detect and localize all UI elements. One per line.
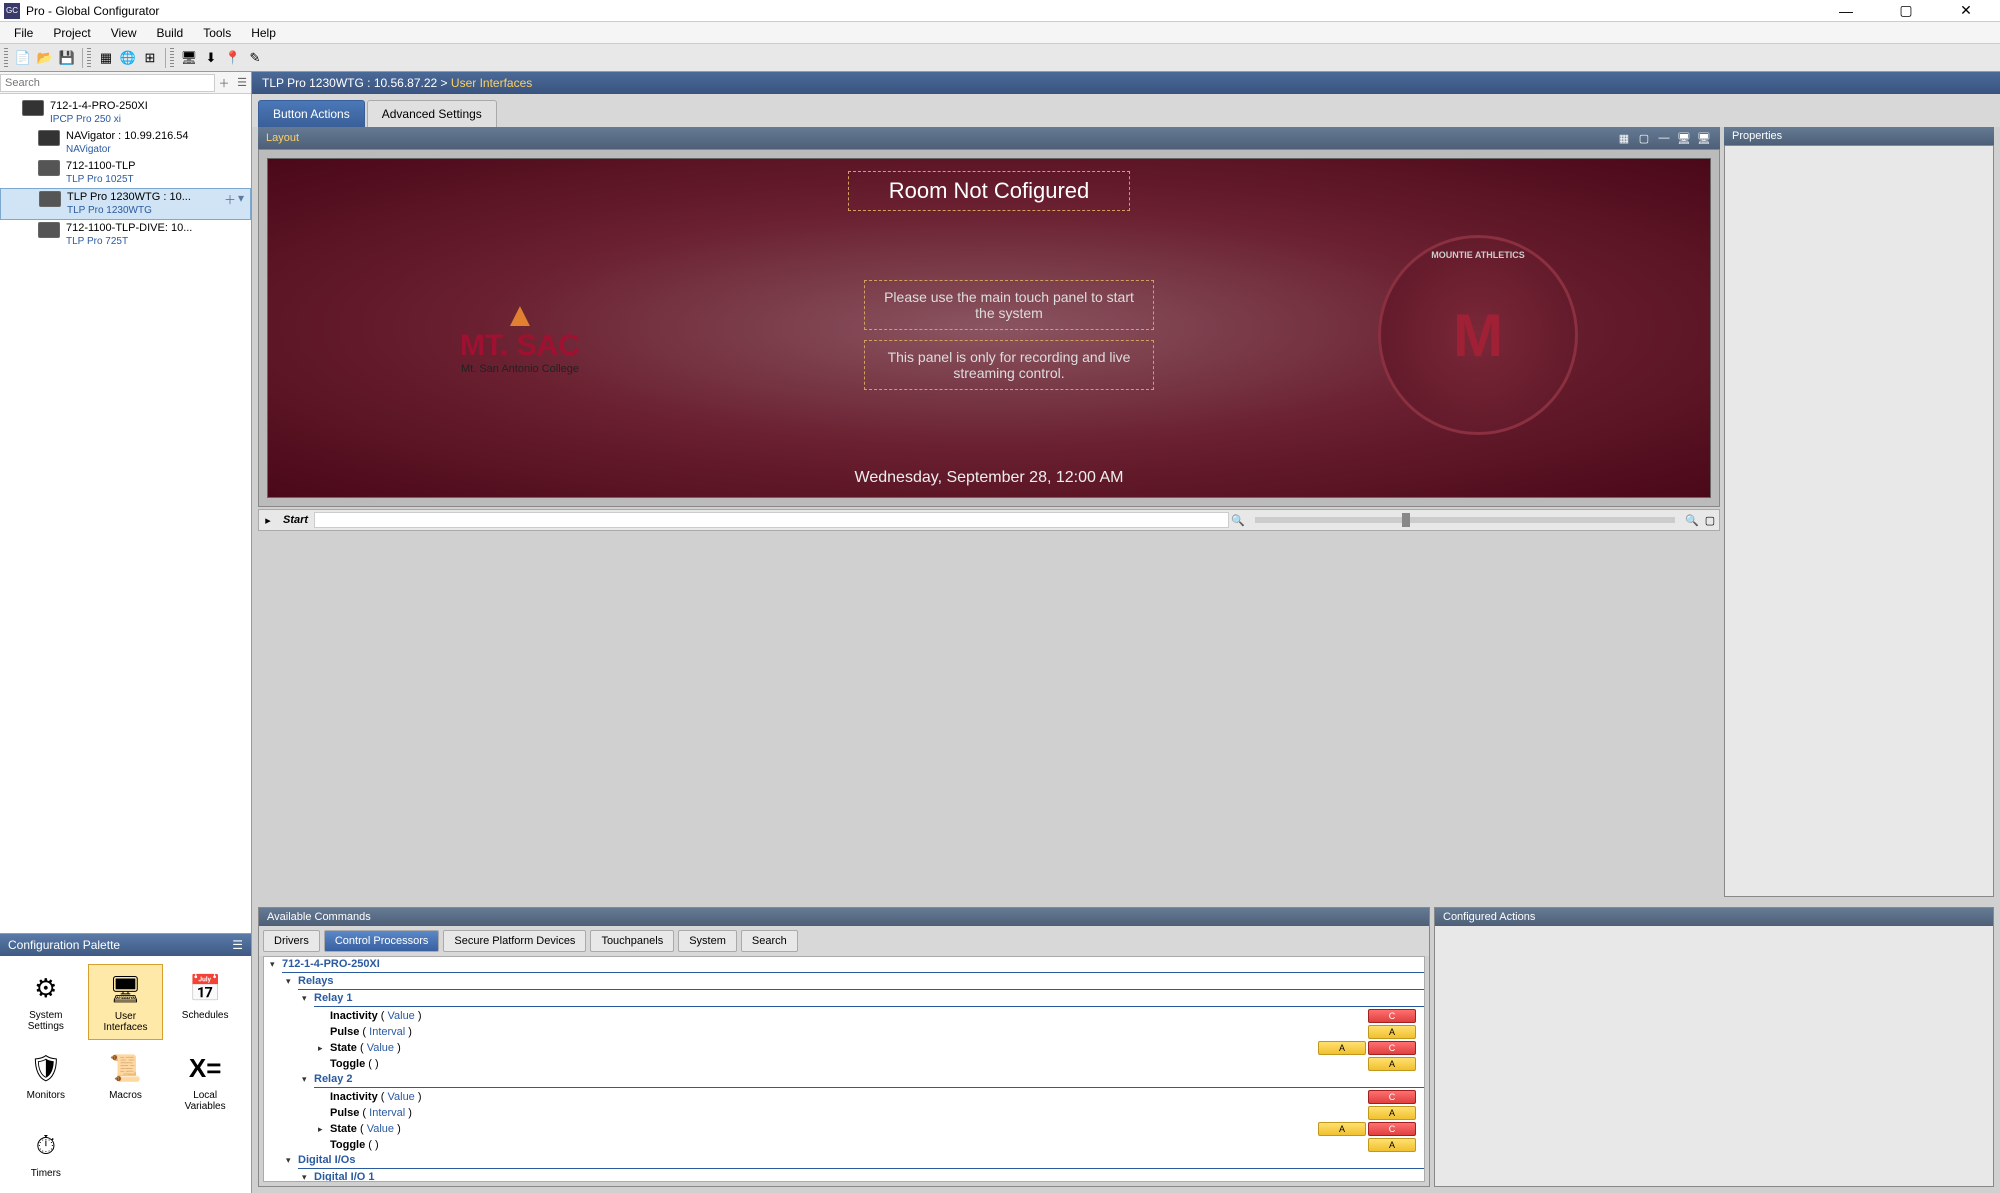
preview-msg2: This panel is only for recording and liv… xyxy=(864,340,1154,390)
tree-dropdown-icon[interactable]: ▾ xyxy=(238,191,244,208)
device-tree: 712-1-4-PRO-250XIIPCP Pro 250 xi NAVigat… xyxy=(0,94,251,254)
tree-item-tlp-725[interactable]: 712-1100-TLP-DIVE: 10...TLP Pro 725T xyxy=(0,220,251,250)
configured-actions-header: Configured Actions xyxy=(1435,908,1993,926)
globe-icon[interactable]: 🌐 xyxy=(117,47,139,69)
layout-screen2-icon[interactable]: 🖥 xyxy=(1696,130,1712,146)
touchpanel-icon: 🖥 xyxy=(107,971,143,1007)
configured-actions-body[interactable] xyxy=(1435,926,1993,1186)
toolbar: 📄 📂 💾 ▦ 🌐 ⊞ 🖥 ⬇ 📍 ✎ xyxy=(0,44,2000,72)
menu-view[interactable]: View xyxy=(101,24,147,42)
palette-macros[interactable]: 📜Macros xyxy=(88,1044,164,1118)
palette-system-settings[interactable]: ⚙SystemSettings xyxy=(8,964,84,1040)
palette-menu-icon[interactable]: ☰ xyxy=(232,938,243,952)
preview-title: Room Not Cofigured xyxy=(848,171,1131,211)
tree-add-icon[interactable]: ＋ xyxy=(224,191,236,208)
stopwatch-icon: ⏱ xyxy=(28,1128,64,1164)
tree-item-tlp-1025[interactable]: 712-1100-TLPTLP Pro 1025T xyxy=(0,158,251,188)
scroll-icon: 📜 xyxy=(107,1050,143,1086)
app-icon: GC xyxy=(4,3,20,19)
zoom-in-icon[interactable]: 🔍 xyxy=(1683,511,1701,529)
save-icon[interactable]: 💾 xyxy=(56,47,78,69)
palette-monitors[interactable]: 🛡Monitors xyxy=(8,1044,84,1118)
menu-project[interactable]: Project xyxy=(43,24,100,42)
layout-icon[interactable]: ▦ xyxy=(95,47,117,69)
palette-user-interfaces[interactable]: 🖥UserInterfaces xyxy=(88,964,164,1040)
cmdtab-search[interactable]: Search xyxy=(741,930,798,952)
zoom-out-icon[interactable]: 🔍 xyxy=(1229,511,1247,529)
download-icon[interactable]: ⬇ xyxy=(200,47,222,69)
layout-minimize-icon[interactable]: — xyxy=(1656,130,1672,146)
cmdtab-system[interactable]: System xyxy=(678,930,737,952)
menu-help[interactable]: Help xyxy=(241,24,286,42)
search-menu-icon[interactable]: ☰ xyxy=(233,74,251,92)
cmdtab-drivers[interactable]: Drivers xyxy=(263,930,320,952)
properties-panel-header: Properties xyxy=(1724,127,1994,145)
palette-timers[interactable]: ⏱Timers xyxy=(8,1122,84,1185)
zoom-fit-icon[interactable]: ▢ xyxy=(1701,511,1719,529)
palette-local-variables[interactable]: X=LocalVariables xyxy=(167,1044,243,1118)
close-button[interactable]: ✕ xyxy=(1946,1,1986,21)
breadcrumb: TLP Pro 1230WTG : 10.56.87.22 > User Int… xyxy=(252,72,2000,94)
cmdtab-touchpanels[interactable]: Touchpanels xyxy=(590,930,674,952)
minimize-button[interactable]: — xyxy=(1826,1,1866,21)
left-panel: ＋ ☰ 712-1-4-PRO-250XIIPCP Pro 250 xi NAV… xyxy=(0,72,252,1193)
maximize-button[interactable]: ▢ xyxy=(1886,1,1926,21)
layout-preview[interactable]: Room Not Cofigured ▲ MT. SAC Mt. San Ant… xyxy=(258,149,1720,507)
page-dropdown[interactable] xyxy=(314,512,1229,528)
page-name: Start xyxy=(277,514,314,526)
layout-panel-header: Layout ▦ ▢ — 🖥 🖥 xyxy=(258,127,1720,149)
menu-tools[interactable]: Tools xyxy=(193,24,241,42)
palette-schedules[interactable]: 📅Schedules xyxy=(167,964,243,1040)
layout-screen1-icon[interactable]: 🖥 xyxy=(1676,130,1692,146)
tree-item-tlp-1230[interactable]: TLP Pro 1230WTG : 10...TLP Pro 1230WTG ＋… xyxy=(0,188,251,220)
sub-tabs: Button Actions Advanced Settings xyxy=(252,94,2000,127)
gear-icon: ⚙ xyxy=(28,970,64,1006)
tab-button-actions[interactable]: Button Actions xyxy=(258,100,365,127)
layout-bounds-icon[interactable]: ▢ xyxy=(1636,130,1652,146)
device-search-bar: ＋ ☰ xyxy=(0,72,251,94)
open-folder-icon[interactable]: 📂 xyxy=(34,47,56,69)
monitor-icon[interactable]: 🖥 xyxy=(178,47,200,69)
available-commands-header: Available Commands xyxy=(259,908,1429,926)
hierarchy-icon[interactable]: ⊞ xyxy=(139,47,161,69)
cmdtab-control-processors[interactable]: Control Processors xyxy=(324,930,440,952)
properties-body xyxy=(1724,145,1994,897)
menu-file[interactable]: File xyxy=(4,24,43,42)
shield-icon: 🛡 xyxy=(28,1050,64,1086)
page-navigator: ▸ Start 🔍 🔍 ▢ xyxy=(258,509,1720,531)
zoom-slider[interactable] xyxy=(1255,517,1675,523)
window-title: Pro - Global Configurator xyxy=(26,4,1826,18)
config-palette: Configuration Palette ☰ ⚙SystemSettings … xyxy=(0,933,251,1193)
preview-datetime: Wednesday, September 28, 12:00 AM xyxy=(268,459,1710,497)
tree-item-navigator[interactable]: NAVigator : 10.99.216.54NAVigator xyxy=(0,128,251,158)
layout-grid-icon[interactable]: ▦ xyxy=(1616,130,1632,146)
cmdtab-secure-platform[interactable]: Secure Platform Devices xyxy=(443,930,586,952)
athletics-logo: MOUNTIE ATHLETICS M xyxy=(1378,235,1578,435)
palette-header: Configuration Palette ☰ xyxy=(0,934,251,956)
command-tabs: Drivers Control Processors Secure Platfo… xyxy=(259,926,1429,956)
wand-icon[interactable]: ✎ xyxy=(244,47,266,69)
command-tree[interactable]: ▾712-1-4-PRO-250XI▾Relays▾Relay 1Inactiv… xyxy=(263,956,1425,1182)
preview-msg1: Please use the main touch panel to start… xyxy=(864,280,1154,330)
menu-bar: File Project View Build Tools Help xyxy=(0,22,2000,44)
add-device-icon[interactable]: ＋ xyxy=(215,74,233,92)
tree-item-ipcp[interactable]: 712-1-4-PRO-250XIIPCP Pro 250 xi xyxy=(0,98,251,128)
page-nav-icon[interactable]: ▸ xyxy=(259,511,277,529)
menu-build[interactable]: Build xyxy=(147,24,194,42)
new-file-icon[interactable]: 📄 xyxy=(12,47,34,69)
pin-icon[interactable]: 📍 xyxy=(222,47,244,69)
calendar-icon: 📅 xyxy=(187,970,223,1006)
variable-icon: X= xyxy=(187,1050,223,1086)
mtsac-logo: ▲ MT. SAC Mt. San Antonio College xyxy=(400,260,640,410)
tab-advanced-settings[interactable]: Advanced Settings xyxy=(367,100,497,127)
right-area: TLP Pro 1230WTG : 10.56.87.22 > User Int… xyxy=(252,72,2000,1193)
search-input[interactable] xyxy=(0,74,215,92)
title-bar: GC Pro - Global Configurator — ▢ ✕ xyxy=(0,0,2000,22)
